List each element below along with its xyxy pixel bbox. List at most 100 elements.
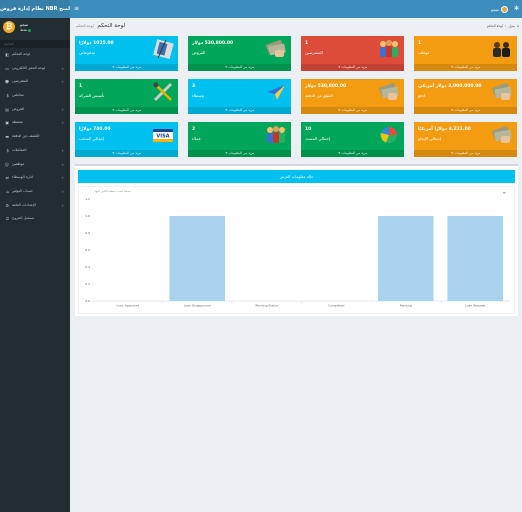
chevron-left-icon: ‹ [62, 188, 64, 194]
y-tick-label: 0.2 [85, 282, 90, 286]
sidebar-item-3[interactable]: $ معاملتي [0, 89, 70, 103]
svg-text:VISA: VISA [156, 134, 169, 140]
chevron-left-icon: ‹ [62, 161, 64, 167]
loan-status-panel: حالة معلومات القرض اضغط لتحديد منطقة للت… [75, 164, 518, 316]
sidebar-item-label: لوحة التحكم [12, 52, 31, 56]
chevron-left-icon: ‹ [62, 106, 64, 112]
user-menu[interactable]: ميجو [491, 4, 508, 14]
sidebar-item-6[interactable]: ▬ الكشف عن الدفعة [0, 130, 70, 144]
chevron-left-icon: ‹ [62, 175, 64, 181]
info-box-label: القروض [192, 50, 206, 55]
more-info-label: مزيد من المعلومات [228, 108, 255, 112]
chevron-left-icon: ‹ [62, 202, 64, 208]
info-box-9: 10 إجمالي المسدد مزيد من المعلومات ➜ [301, 122, 404, 157]
chart-bar[interactable] [169, 216, 226, 301]
gear-icon: ⚙ [5, 202, 9, 208]
avatar [501, 5, 508, 13]
info-box-label: المقترضين [305, 50, 323, 55]
sidebar-item-label: معاملتي [12, 93, 24, 98]
chart-zoom-hint: اضغط لتحديد منطقة للتكبير عليها [95, 190, 131, 193]
x-tick-label: Loan Approved [116, 304, 139, 308]
sidebar-item-1[interactable]: ▭ لوحة الحجز الالكتروني ‹ [0, 62, 70, 76]
y-tick-label: 0.8 [85, 231, 90, 235]
sidebar-user-name: ميجو [20, 22, 28, 27]
info-box-label: ادفع [418, 93, 425, 98]
dashboard-icon: ◧ [5, 52, 9, 57]
info-box-8: 4,221.00 دولارًا أمريكيًا إجمالي الإيداع م… [414, 122, 517, 157]
info-box-inner: 530,800.00 دولار القروض [188, 36, 291, 63]
sidebar-item-2[interactable]: ☻ المقترضين ‹ [0, 75, 70, 89]
sidebar-item-4[interactable]: ▤ القروض ‹ [0, 103, 70, 117]
more-info-link[interactable]: مزيد من المعلومات ➜ [75, 150, 178, 157]
more-info-label: مزيد من المعلومات [341, 65, 368, 69]
more-info-label: مزيد من المعلومات [454, 108, 481, 112]
breadcrumb: ⌂ منزل › لوحة التحكم [487, 24, 519, 28]
more-info-link[interactable]: مزيد من المعلومات ➜ [75, 107, 178, 114]
info-box-label: موظف [418, 50, 430, 55]
breadcrumb-home[interactable]: منزل [508, 24, 515, 28]
more-info-link[interactable]: مزيد من المعلومات ➜ [414, 107, 517, 114]
app-logo-title[interactable]: نظام إدارة قروض NBR لمنح [0, 0, 70, 18]
x-tick-label: Loan Disapproved [184, 304, 211, 308]
info-box-value: 10 [305, 127, 312, 132]
sidebar-item-label: لوحة الحجز الالكتروني [12, 65, 46, 70]
sidebar-item-12[interactable]: ⏻ تسجيل الخروج [0, 212, 70, 226]
more-info-link[interactable]: مزيد من المعلومات ➜ [188, 150, 291, 157]
more-info-label: مزيد من المعلومات [341, 151, 368, 155]
sidebar-item-label: تسجيل الخروج [12, 216, 34, 221]
status-text: نشط [20, 28, 28, 32]
sidebar-item-5[interactable]: ▣ محفظة ‹ [0, 116, 70, 130]
laptop-icon: ▭ [5, 65, 9, 71]
info-box-1: 1 المقترضين مزيد من المعلومات ➜ [301, 36, 404, 71]
more-info-label: مزيد من المعلومات [115, 65, 142, 69]
cogs-icon[interactable]: ✻ [514, 5, 519, 13]
info-box-inner: 1 المقترضين [301, 36, 404, 63]
dollar-icon: $ [6, 93, 9, 99]
sidebar: ₿ ميجو نشط القائمة ◧ لوحة التحكم ▭ لوحة الح… [0, 18, 70, 512]
bars-icon[interactable]: ≡ [74, 5, 80, 13]
more-info-link[interactable]: مزيد من المعلومات ➜ [301, 107, 404, 114]
info-box-inner: 2 عملاء [188, 122, 291, 149]
info-box-value: 530,800.00 دولار [192, 41, 234, 46]
bitcoin-avatar-icon: ₿ [3, 21, 15, 33]
sidebar-item-0[interactable]: ◧ لوحة التحكم [0, 48, 70, 62]
info-box-inner: 3,000,000.00 دولار أمريكي ادفع [414, 79, 517, 106]
chevron-left-icon: ‹ [62, 147, 64, 153]
more-info-link[interactable]: مزيد من المعلومات ➜ [75, 64, 178, 71]
chart-panel-title: حالة معلومات القرض [78, 170, 515, 183]
info-box-5: 530,800.00 دولار المبلغ عن الدفعة مزيد من … [301, 79, 404, 114]
sidebar-item-8[interactable]: ☺ موظفين ‹ [0, 158, 70, 172]
more-info-label: مزيد من المعلومات [341, 108, 368, 112]
sidebar-user-panel: ₿ ميجو نشط [0, 18, 70, 40]
info-box-inner: 740.00 دولارًا إجمالي السحب VISA [75, 122, 178, 149]
info-box-inner: 10 إجمالي المسدد [301, 122, 404, 149]
top-navbar: نظام إدارة قروض NBR لمنح ≡ ميجو ✻ [0, 0, 522, 18]
chart-bar[interactable] [377, 216, 434, 301]
info-box-2: 530,800.00 دولار القروض مزيد من المعلومات … [188, 36, 291, 71]
more-info-link[interactable]: مزيد من المعلومات ➜ [414, 150, 517, 157]
more-info-link[interactable]: مزيد من المعلومات ➜ [301, 150, 404, 157]
info-box-4: 3,000,000.00 دولار أمريكي ادفع مزيد من الم… [414, 79, 517, 114]
breadcrumb-current: لوحة التحكم [486, 24, 503, 28]
more-info-link[interactable]: مزيد من المعلومات ➜ [188, 107, 291, 114]
more-info-link[interactable]: مزيد من المعلومات ➜ [188, 64, 291, 71]
x-tick-label: Loan Request [465, 304, 486, 308]
more-info-link[interactable]: مزيد من المعلومات ➜ [414, 64, 517, 71]
user-icon: ☺ [4, 161, 9, 167]
breadcrumb-home-icon: ⌂ [516, 24, 519, 28]
chart-bar[interactable] [447, 216, 504, 301]
sidebar-item-7[interactable]: $ المعاملات ‹ [0, 144, 70, 158]
info-box-value: 3,000,000.00 دولار أمريكي [418, 84, 482, 89]
breadcrumb-separator: › [504, 24, 507, 28]
page-title: لوحة التحكم لوحة التحكم [76, 23, 125, 29]
info-box-inner: 1 موظف [414, 36, 517, 63]
info-box-value: 1025.00 دولارًا [79, 41, 114, 46]
sidebar-item-11[interactable]: ⚙ الإعدادات العامة ‹ [0, 199, 70, 213]
chart-menu-icon[interactable]: ≡ [503, 190, 506, 195]
info-box-inner: 1 تأسيس الشركة [75, 79, 178, 106]
sidebar-item-9[interactable]: ⇄ ادارة الوسطاء ‹ [0, 171, 70, 185]
sidebar-item-10[interactable]: ⌂ حساب التوفير ‹ [0, 185, 70, 199]
more-info-link[interactable]: مزيد من المعلومات ➜ [301, 64, 404, 71]
y-tick-label: 1.0 [85, 214, 90, 218]
sidebar-item-label: حساب التوفير [12, 188, 33, 193]
